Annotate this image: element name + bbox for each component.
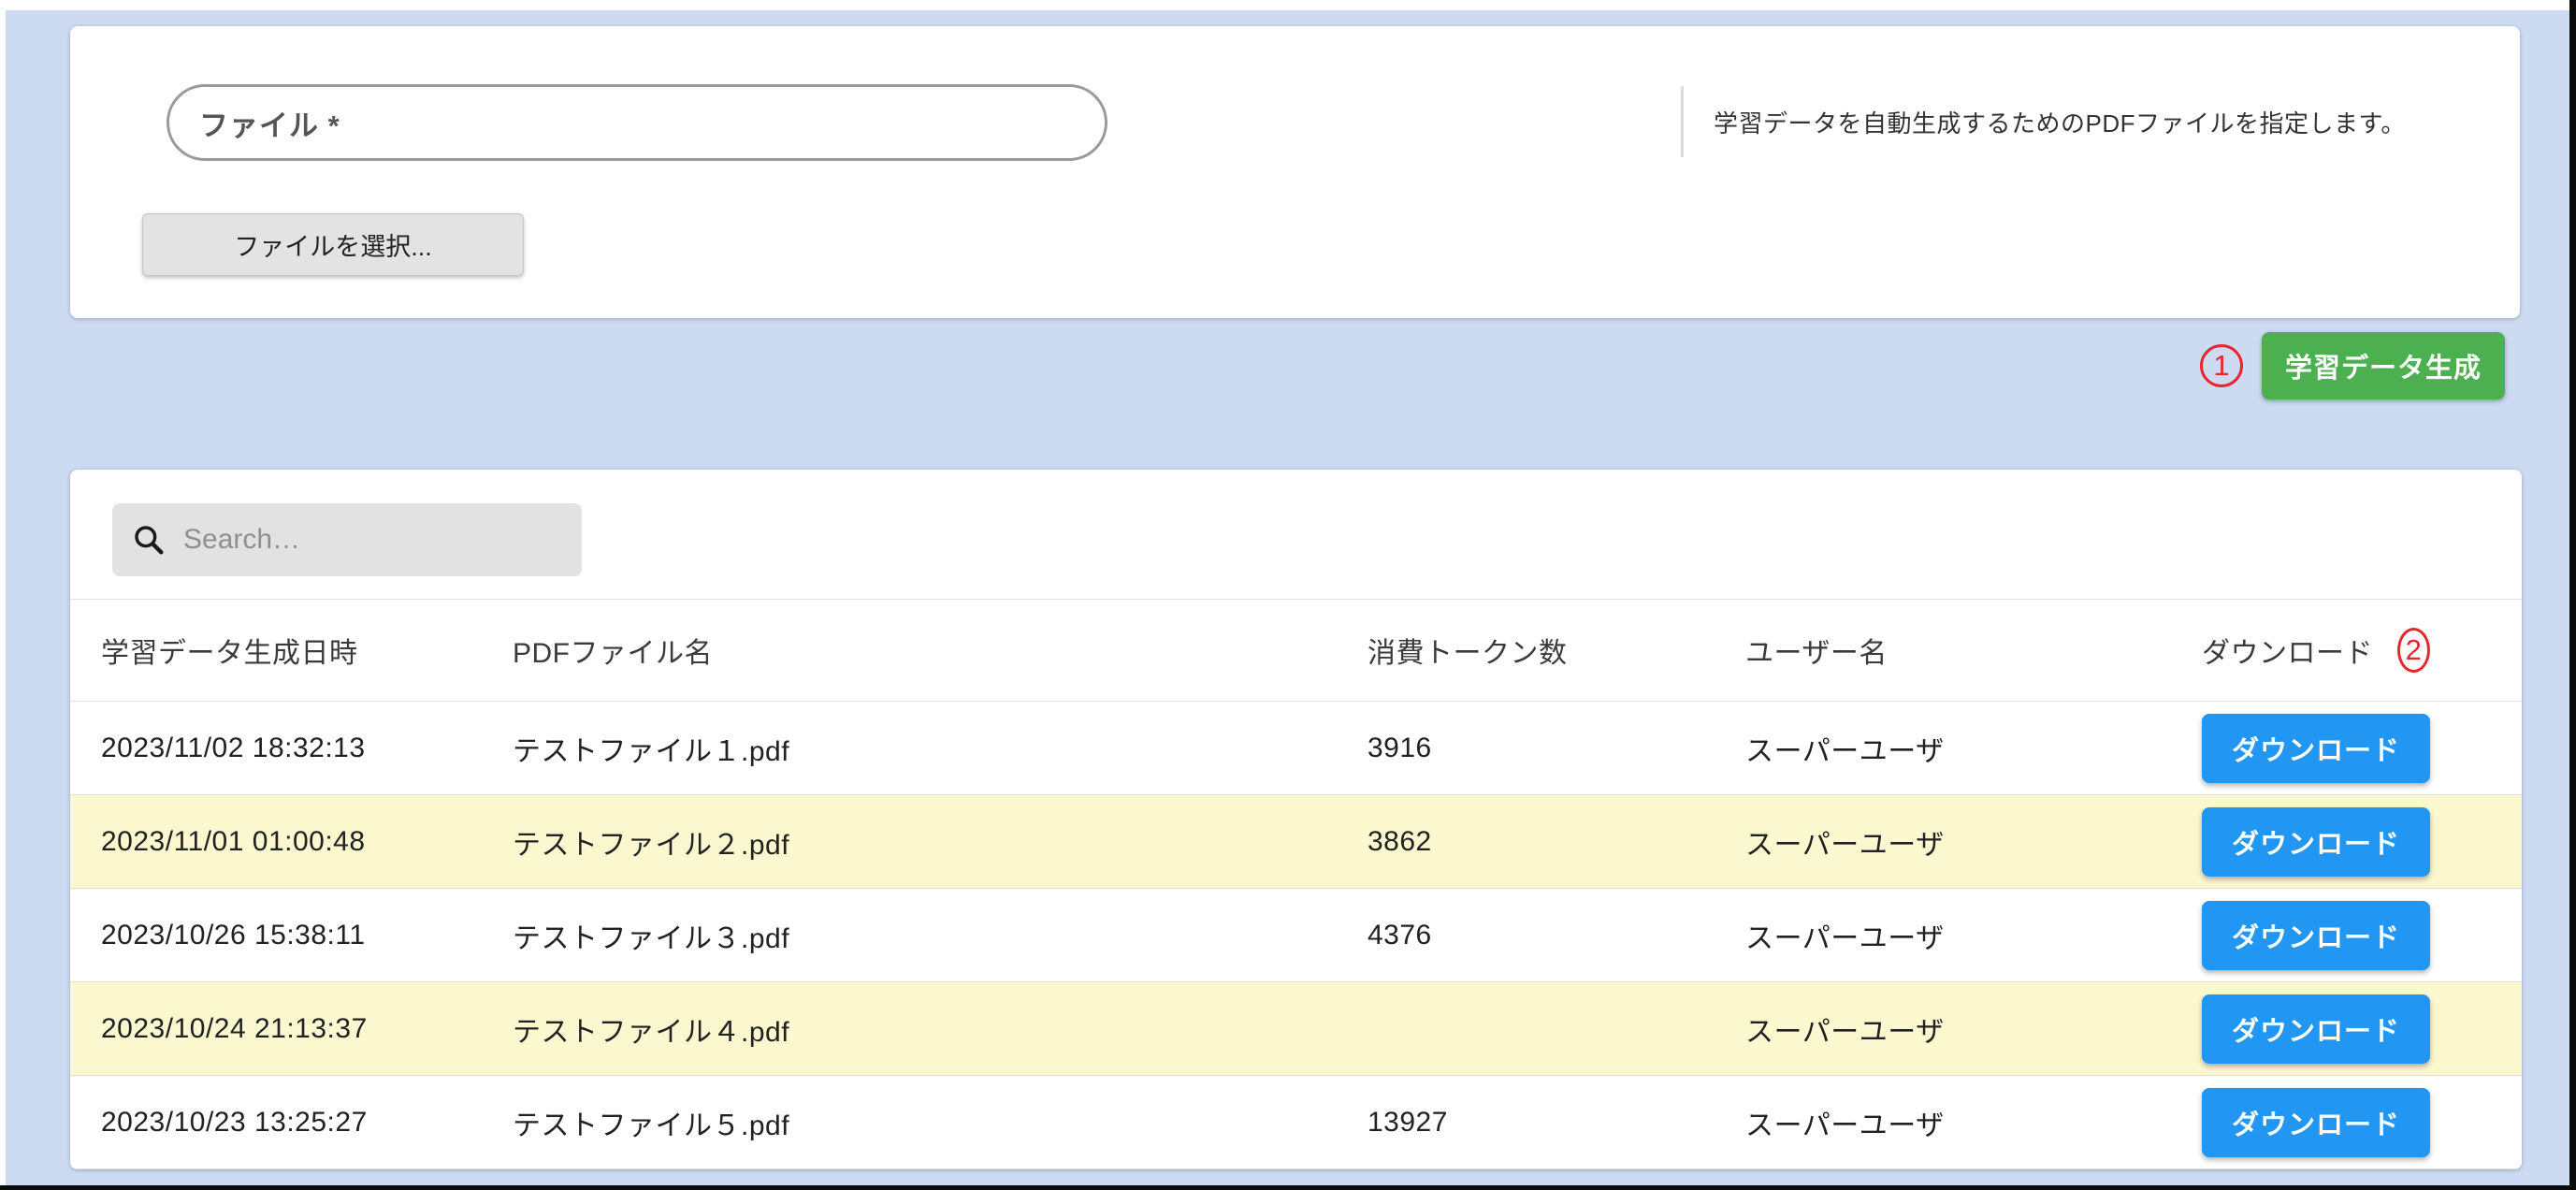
upload-form-card: ファイル * ファイルを選択... 学習データを自動生成するためのPDFファイル… <box>70 26 2520 318</box>
history-table-card: 学習データ生成日時 PDFファイル名 消費トークン数 ユーザー名 ダウンロード … <box>70 470 2522 1169</box>
choose-file-button[interactable]: ファイルを選択... <box>142 213 524 276</box>
table-row: 2023/11/01 01:00:48 テストファイル２.pdf 3862 スー… <box>70 795 2522 889</box>
search-box[interactable] <box>112 503 582 576</box>
column-header-download-label: ダウンロード <box>2202 630 2373 671</box>
screenshot-frame-right <box>2569 0 2576 1190</box>
cell-filename: テストファイル３.pdf <box>513 889 789 981</box>
cell-username: スーパーユーザ <box>1745 795 1945 888</box>
column-header-filename[interactable]: PDFファイル名 <box>513 600 713 701</box>
download-button[interactable]: ダウンロード <box>2202 714 2430 783</box>
cell-filename: テストファイル２.pdf <box>513 795 789 888</box>
table-body: 2023/11/02 18:32:13 テストファイル１.pdf 3916 スー… <box>70 702 2522 1169</box>
column-header-tokens[interactable]: 消費トークン数 <box>1368 600 1568 701</box>
help-divider <box>1681 86 1684 157</box>
cell-filename: テストファイル５.pdf <box>513 1076 789 1168</box>
table-row: 2023/11/02 18:32:13 テストファイル１.pdf 3916 スー… <box>70 702 2522 795</box>
table-row: 2023/10/26 15:38:11 テストファイル３.pdf 4376 スー… <box>70 889 2522 982</box>
cell-username: スーパーユーザ <box>1745 982 1945 1075</box>
download-button[interactable]: ダウンロード <box>2202 1088 2430 1157</box>
cell-filename: テストファイル４.pdf <box>513 982 789 1075</box>
file-input-field[interactable]: ファイル * <box>166 84 1107 161</box>
download-button[interactable]: ダウンロード <box>2202 807 2430 877</box>
cell-username: スーパーユーザ <box>1745 702 1945 794</box>
annotation-circle-1: 1 <box>2200 344 2243 387</box>
cell-datetime: 2023/10/24 21:13:37 <box>101 982 368 1075</box>
cell-tokens: 3862 <box>1368 795 1432 888</box>
column-header-download[interactable]: ダウンロード 2 <box>2202 600 2430 701</box>
cell-username: スーパーユーザ <box>1745 1076 1945 1168</box>
cell-tokens: 4376 <box>1368 889 1432 981</box>
screenshot-frame-bottom <box>0 1185 2576 1190</box>
cell-tokens: 3916 <box>1368 702 1432 794</box>
search-icon <box>131 522 166 558</box>
table-row: 2023/10/23 13:25:27 テストファイル５.pdf 13927 ス… <box>70 1076 2522 1169</box>
cell-datetime: 2023/10/26 15:38:11 <box>101 889 366 981</box>
download-button[interactable]: ダウンロード <box>2202 901 2430 970</box>
column-header-username[interactable]: ユーザー名 <box>1745 600 1888 701</box>
cell-datetime: 2023/10/23 13:25:27 <box>101 1076 368 1168</box>
file-field-label: ファイル * <box>199 102 340 144</box>
search-input[interactable] <box>183 524 563 556</box>
cell-datetime: 2023/11/02 18:32:13 <box>101 702 366 794</box>
file-help-text: 学習データを自動生成するためのPDFファイルを指定します。 <box>1714 86 2406 157</box>
table-header-row: 学習データ生成日時 PDFファイル名 消費トークン数 ユーザー名 ダウンロード … <box>70 599 2522 702</box>
column-header-datetime[interactable]: 学習データ生成日時 <box>101 600 358 701</box>
generate-training-data-button[interactable]: 学習データ生成 <box>2262 332 2505 399</box>
table-row: 2023/10/24 21:13:37 テストファイル４.pdf スーパーユーザ… <box>70 982 2522 1076</box>
cell-filename: テストファイル１.pdf <box>513 702 789 794</box>
cell-username: スーパーユーザ <box>1745 889 1945 981</box>
annotation-circle-2: 2 <box>2397 628 2430 673</box>
download-button[interactable]: ダウンロード <box>2202 994 2430 1064</box>
cell-datetime: 2023/11/01 01:00:48 <box>101 795 366 888</box>
cell-tokens: 13927 <box>1368 1076 1448 1168</box>
